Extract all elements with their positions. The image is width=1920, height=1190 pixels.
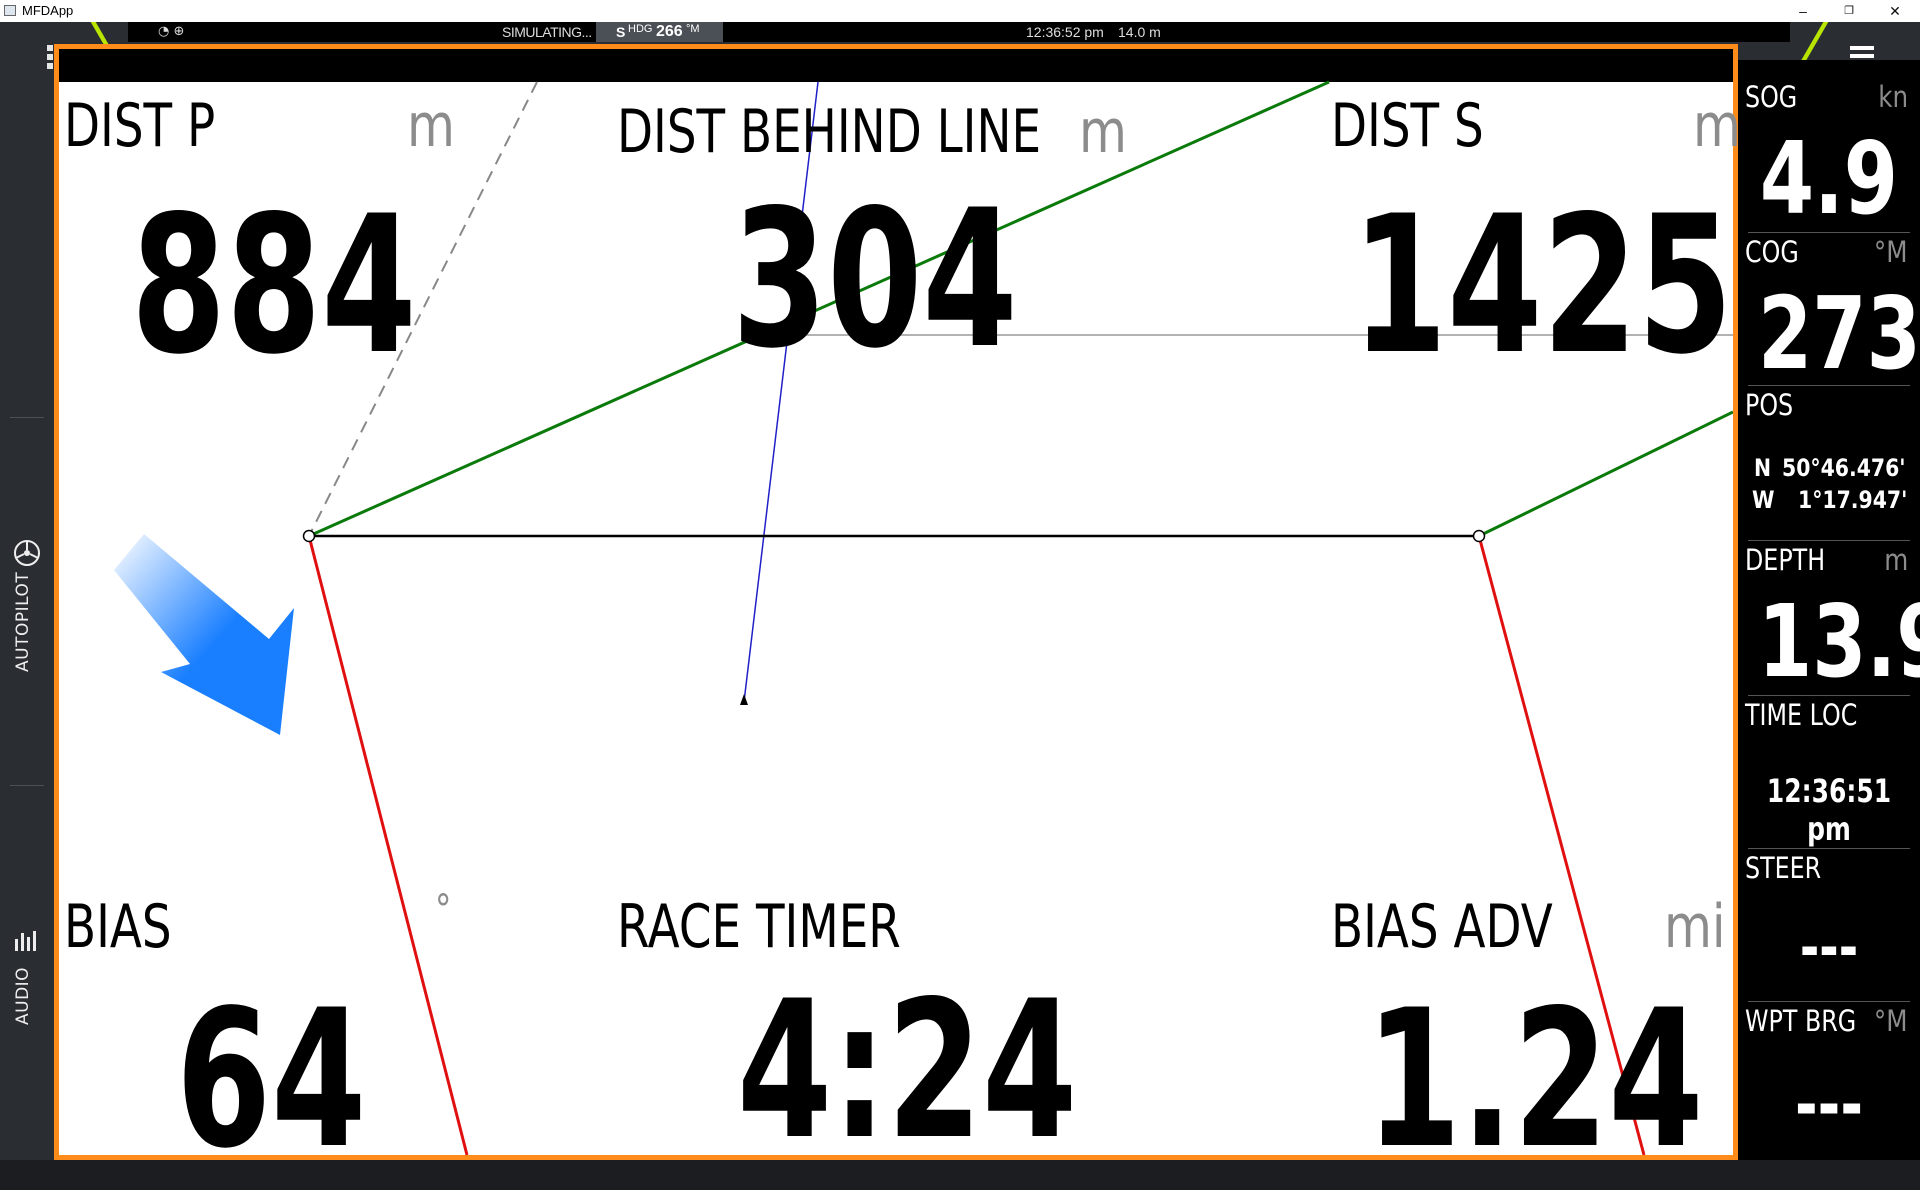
dist-s-tile[interactable]: DIST S m 1425 — [1331, 91, 1741, 396]
time-loc-label: TIME LOC — [1745, 698, 1858, 732]
pos-tile[interactable]: POS N 50°46.476' W 1°17.947' — [1738, 388, 1920, 538]
bias-adv-unit: mi — [1664, 892, 1726, 962]
data-bar-divider — [1748, 848, 1910, 849]
pos-lon-hemisphere: W — [1752, 486, 1775, 514]
wpt-brg-value: --- — [1794, 1064, 1863, 1146]
tab-autopilot[interactable]: AUTOPILOT — [0, 530, 54, 680]
depth-tile[interactable]: DEPTH m 13.9 — [1738, 543, 1920, 700]
tab-audio-label: AUDIO — [13, 966, 33, 1025]
dist-p-unit: m — [407, 91, 455, 161]
pos-lat-hemisphere: N — [1754, 454, 1772, 482]
cog-value: 273 — [1758, 275, 1920, 392]
tab-autopilot-label: AUTOPILOT — [13, 571, 33, 672]
connectivity-icon: ◔ ⊕ — [158, 24, 185, 39]
window-titlebar: MFDApp – ❐ ✕ — [0, 0, 1920, 22]
heading-unit: °M — [686, 23, 700, 35]
dist-p-value: 884 — [131, 175, 417, 396]
status-strip — [128, 22, 1790, 42]
data-bar: SOG kn 4.9 COG °M 273 POS N 50°46.476' W… — [1738, 60, 1920, 1160]
sidebar-divider — [10, 785, 44, 786]
depth-label: DEPTH — [1745, 543, 1826, 577]
bias-adv-label: BIAS ADV — [1331, 892, 1553, 962]
sog-unit: kn — [1878, 80, 1908, 114]
race-timer-tile[interactable]: RACE TIMER 4:24 — [617, 892, 1137, 1166]
vessel-icon — [740, 694, 748, 705]
sog-tile[interactable]: SOG kn 4.9 — [1738, 60, 1920, 237]
heading-value: 266 — [656, 23, 683, 40]
data-bar-divider — [1748, 540, 1910, 541]
minimize-button[interactable]: – — [1780, 0, 1826, 22]
time-loc-tile[interactable]: TIME LOC 12:36:51 pm — [1738, 698, 1920, 848]
data-bar-divider — [1748, 1001, 1910, 1002]
race-start-panel[interactable]: DIST P m 884 DIST BEHIND LINE m 304 DIST… — [54, 44, 1741, 1175]
dist-behind-line-tile[interactable]: DIST BEHIND LINE m 304 — [617, 97, 1137, 397]
steering-wheel-icon — [14, 540, 40, 566]
close-button[interactable]: ✕ — [1872, 0, 1918, 22]
heading-indicator[interactable]: S HDG 266 °M — [596, 22, 723, 42]
simulating-status: SIMULATING... — [502, 24, 592, 40]
dist-s-unit: m — [1693, 91, 1741, 161]
data-bar-divider — [1748, 695, 1910, 696]
window-title: MFDApp — [22, 3, 74, 18]
race-timer-label: RACE TIMER — [617, 892, 901, 962]
cog-unit: °M — [1874, 235, 1908, 269]
wpt-brg-tile[interactable]: WPT BRG °M --- — [1738, 1004, 1920, 1154]
port-mark[interactable] — [302, 529, 316, 543]
audio-bars-icon — [15, 931, 36, 951]
dist-behind-line-label: DIST BEHIND LINE — [617, 97, 1042, 167]
app-icon — [4, 5, 16, 16]
bias-value: 64 — [176, 969, 367, 1190]
dist-behind-line-value: 304 — [732, 169, 1018, 390]
status-time: 12:36:52 pm — [1026, 24, 1104, 40]
time-loc-value: 12:36:51 pm — [1766, 772, 1892, 848]
dist-s-label: DIST S — [1331, 91, 1484, 161]
starboard-course-line — [1478, 410, 1733, 538]
sog-label: SOG — [1745, 80, 1798, 114]
dist-s-value: 1425 — [1352, 175, 1733, 396]
steer-value: --- — [1799, 913, 1859, 983]
depth-unit: m — [1883, 543, 1908, 577]
sog-value: 4.9 — [1759, 120, 1899, 237]
pos-latitude: 50°46.476' — [1782, 454, 1906, 482]
wpt-brg-label: WPT BRG — [1745, 1004, 1857, 1038]
cog-tile[interactable]: COG °M 273 — [1738, 235, 1920, 392]
bias-label: BIAS — [64, 892, 172, 962]
steer-tile[interactable]: STEER --- — [1738, 851, 1920, 1001]
data-bar-divider — [1748, 385, 1910, 386]
pos-longitude: 1°17.947' — [1798, 486, 1908, 514]
dist-p-label: DIST P — [64, 91, 216, 161]
bias-adv-value: 1.24 — [1366, 969, 1704, 1190]
tab-audio[interactable]: AUDIO — [0, 925, 54, 1025]
race-timer-value: 4:24 — [737, 960, 1078, 1181]
steer-label: STEER — [1745, 851, 1822, 885]
dist-behind-line-unit: m — [1079, 97, 1127, 167]
bias-adv-tile[interactable]: BIAS ADV mi 1.24 — [1331, 892, 1731, 1175]
heading-label: HDG — [628, 23, 653, 35]
cog-label: COG — [1745, 235, 1799, 269]
wpt-brg-unit: °M — [1874, 1004, 1908, 1038]
dist-p-tile[interactable]: DIST P m 884 — [64, 91, 464, 391]
restore-button[interactable]: ❐ — [1826, 0, 1872, 22]
starboard-mark[interactable] — [1472, 529, 1486, 543]
pos-label: POS — [1745, 388, 1794, 422]
sidebar-divider — [10, 417, 44, 418]
status-depth: 14.0 m — [1118, 24, 1161, 40]
bias-tile[interactable]: BIAS ° 64 — [64, 887, 464, 1175]
wind-arrow-icon — [114, 534, 294, 735]
heading-source: S — [616, 24, 626, 40]
bias-unit: ° — [435, 887, 452, 933]
data-bar-divider — [1748, 232, 1910, 233]
depth-value: 13.9 — [1758, 583, 1920, 700]
